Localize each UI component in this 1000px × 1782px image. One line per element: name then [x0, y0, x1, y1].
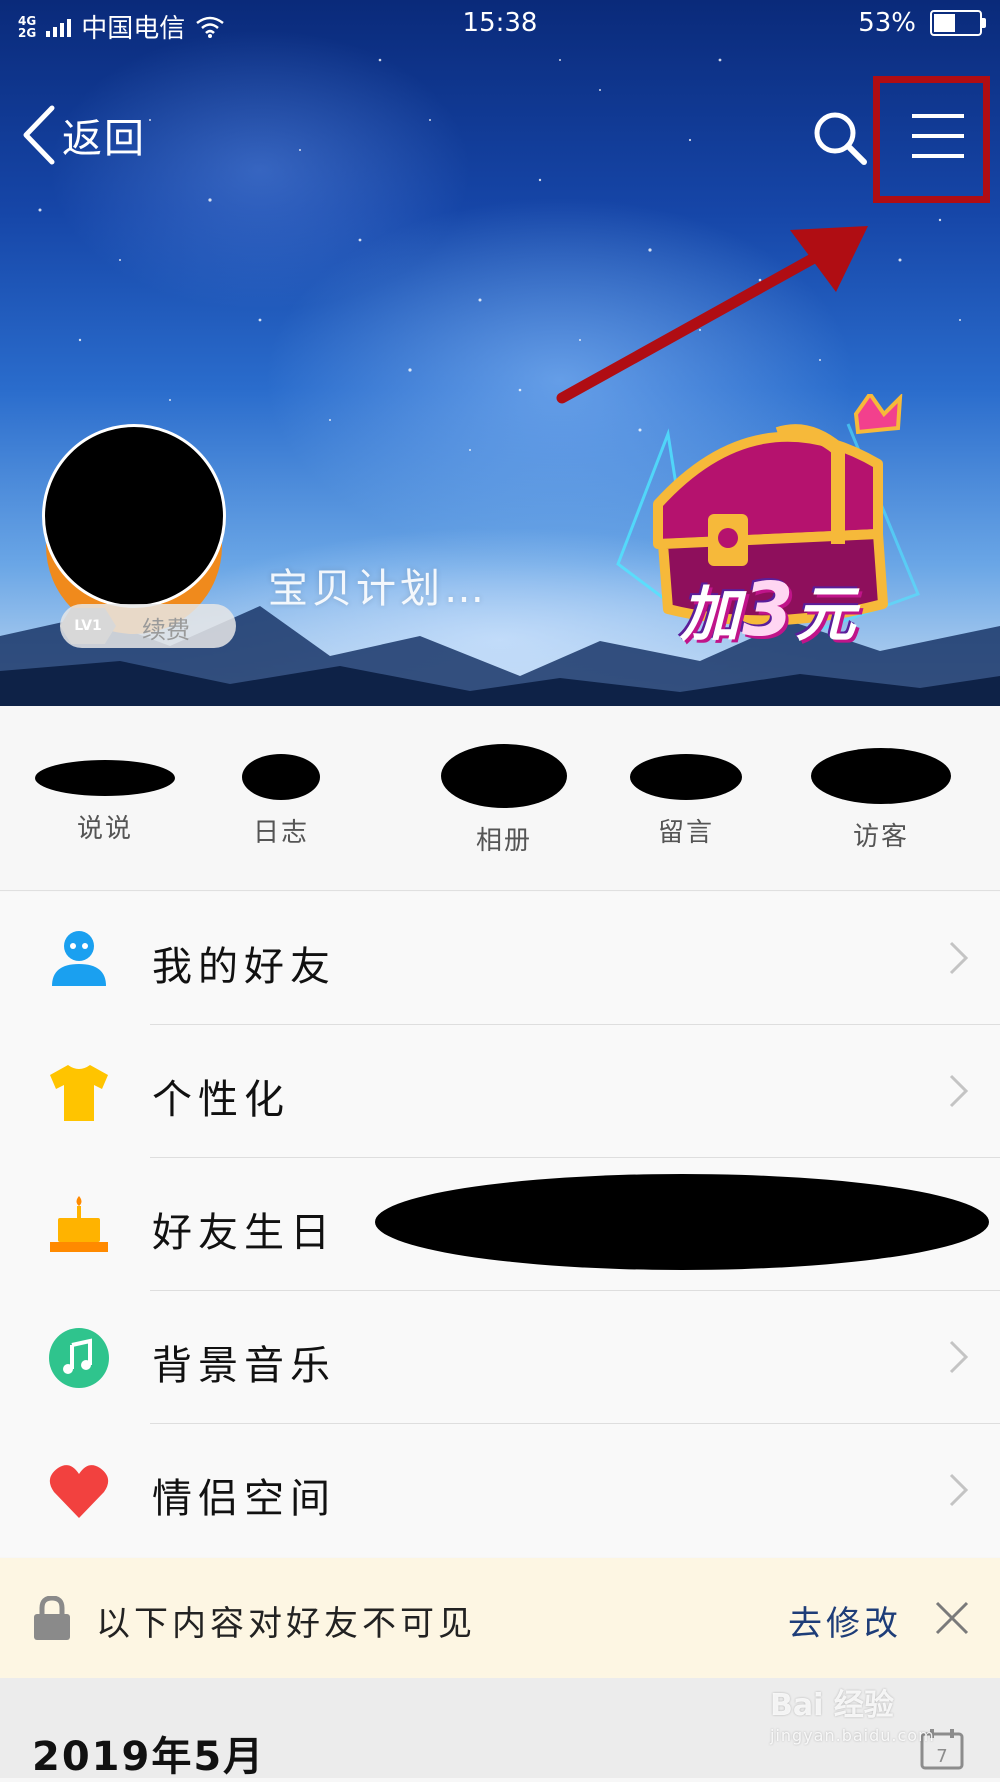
stat-label: 留言 — [657, 818, 714, 848]
stat-label: 日志 — [252, 818, 309, 848]
stats-row: 说说 日志 相册 留言 访客 — [0, 706, 1000, 891]
menu-item-label: 个性化 — [152, 1077, 290, 1123]
clock: 15:38 — [462, 8, 538, 38]
status-right: 53% — [858, 8, 986, 38]
profile-nickname[interactable]: 宝贝计划… — [268, 556, 488, 614]
stat-label: 相册 — [475, 826, 532, 856]
menu-item-label: 我的好友 — [152, 944, 336, 990]
back-button[interactable]: 返回 — [20, 104, 146, 166]
birthday-cake-icon — [50, 1196, 108, 1252]
stat-fangke[interactable]: 访客 — [801, 734, 961, 853]
vip-badge[interactable]: LV1 续费 — [60, 604, 236, 648]
close-icon[interactable] — [934, 1600, 970, 1636]
promo-suffix: 元 — [795, 580, 858, 650]
birthday-redaction — [375, 1174, 989, 1270]
renew-label: 续费 — [142, 616, 190, 644]
annotation-highlight-box — [873, 76, 990, 203]
watermark-brand: Bai 经验 — [770, 1688, 894, 1723]
chevron-right-icon — [949, 941, 969, 975]
promo-amount: 3 — [742, 567, 796, 653]
baidu-watermark: Bai 经验 jingyan.baidu.com — [770, 1680, 935, 1745]
timeline-date: 2019年5月 — [32, 1734, 266, 1780]
stat-label: 访客 — [852, 822, 909, 852]
tshirt-icon — [50, 1065, 108, 1121]
chevron-right-icon — [949, 1340, 969, 1374]
lock-icon — [34, 1596, 70, 1640]
heart-icon — [49, 1465, 109, 1518]
profile-cover: 4G 2G 中国电信 15:38 53% 返回 LV1 续费 宝贝计划… 加3元 — [0, 0, 1000, 706]
menu-item-label: 背景音乐 — [152, 1343, 336, 1389]
avatar[interactable] — [42, 424, 226, 608]
status-bar: 4G 2G 中国电信 15:38 53% — [0, 0, 1000, 48]
chevron-right-icon — [949, 1473, 969, 1507]
privacy-edit-link[interactable]: 去修改 — [788, 1596, 902, 1645]
menu-item-label: 好友生日 — [152, 1210, 336, 1256]
menu-item-label: 情侣空间 — [152, 1476, 336, 1522]
calendar-day: 7 — [936, 1746, 947, 1767]
menu-item-personalize[interactable]: 个性化 — [0, 1025, 1000, 1158]
menu-item-couple-space[interactable]: 情侣空间 — [0, 1424, 1000, 1557]
battery-level-fill — [934, 14, 955, 32]
watermark-url: jingyan.baidu.com — [770, 1726, 935, 1745]
stat-xiangce[interactable]: 相册 — [424, 734, 584, 857]
stat-shuoshuo[interactable]: 说说 — [25, 734, 185, 845]
friend-icon — [52, 931, 106, 986]
stat-count-redacted — [35, 760, 175, 796]
annotation-arrow — [556, 226, 868, 404]
back-chevron-icon — [23, 105, 55, 165]
privacy-message: 以下内容对好友不可见 — [96, 1604, 476, 1644]
search-icon[interactable] — [810, 108, 870, 168]
stat-rizhi[interactable]: 日志 — [201, 734, 361, 849]
stat-count-redacted — [441, 744, 567, 808]
level-badge: LV1 — [60, 608, 116, 644]
profile-avatar-area[interactable]: LV1 续费 — [38, 424, 236, 648]
privacy-notice: 以下内容对好友不可见 去修改 — [0, 1558, 1000, 1678]
promo-prefix: 加 — [680, 580, 742, 650]
battery-percent: 53% — [858, 8, 916, 38]
stat-count-redacted — [811, 748, 951, 804]
promo-label[interactable]: 加3元 — [680, 566, 858, 653]
back-label: 返回 — [62, 116, 146, 162]
stat-label: 说说 — [76, 814, 133, 844]
music-note-icon — [49, 1328, 109, 1388]
menu-item-music[interactable]: 背景音乐 — [0, 1291, 1000, 1424]
battery-icon — [930, 10, 986, 36]
menu-item-friends[interactable]: 我的好友 — [0, 892, 1000, 1025]
stat-count-redacted — [242, 754, 320, 800]
stat-count-redacted — [630, 754, 742, 800]
stat-liuyan[interactable]: 留言 — [606, 734, 766, 849]
chevron-right-icon — [949, 1074, 969, 1108]
